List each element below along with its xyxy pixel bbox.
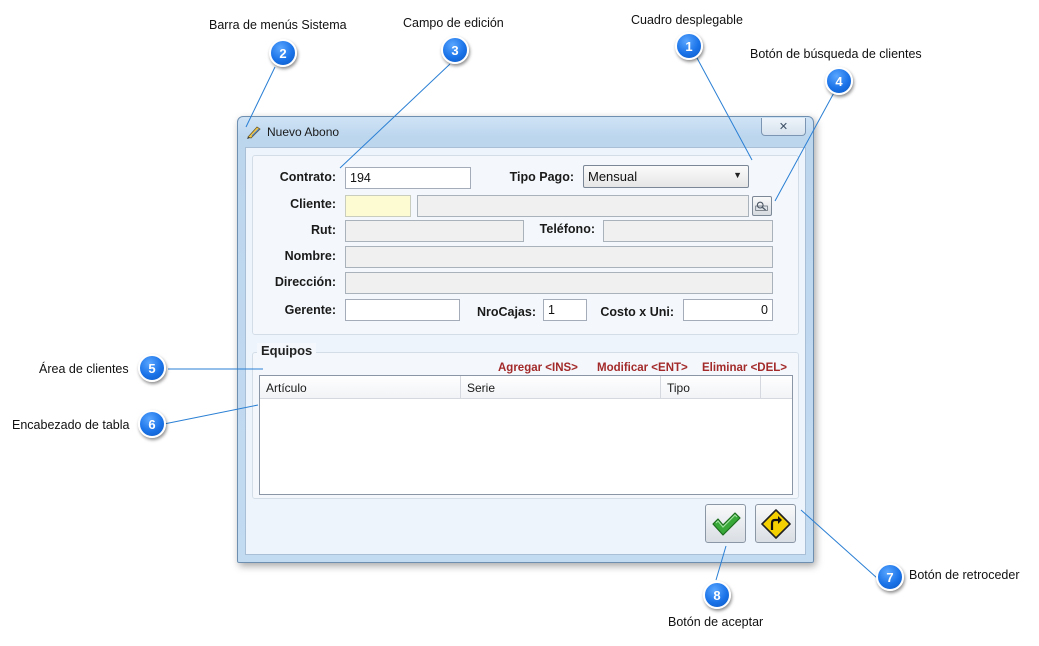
direccion-label: Dirección:: [274, 275, 336, 289]
callout-badge-1: 1: [675, 32, 703, 60]
client-data-group: Contrato: 194 Tipo Pago: Mensual ▼ Clien…: [252, 155, 799, 335]
pencil-icon: [247, 126, 261, 139]
column-header-tipo[interactable]: Tipo: [661, 376, 761, 399]
eliminar-link[interactable]: Eliminar <DEL>: [702, 362, 787, 374]
window-client-area: Contrato: 194 Tipo Pago: Mensual ▼ Clien…: [245, 147, 806, 555]
callout-badge-3: 3: [441, 36, 469, 64]
callout-badge-8: 8: [703, 581, 731, 609]
callout-label-4: Botón de búsqueda de clientes: [750, 47, 922, 61]
callout-label-6: Encabezado de tabla: [12, 418, 130, 432]
cliente-label: Cliente:: [290, 197, 336, 211]
callout-badge-5: 5: [138, 354, 166, 382]
nrocajas-label: NroCajas:: [476, 305, 536, 319]
check-icon: [711, 511, 741, 536]
window-titlebar[interactable]: Nuevo Abono ✕: [238, 117, 813, 147]
search-icon: [755, 201, 768, 211]
callout-label-5: Área de clientes: [39, 362, 129, 376]
chevron-down-icon: ▼: [733, 170, 742, 180]
costo-input[interactable]: 0: [683, 299, 773, 321]
contrato-label: Contrato:: [279, 170, 336, 184]
contrato-input[interactable]: 194: [345, 167, 471, 189]
tipo-pago-select[interactable]: Mensual ▼: [583, 165, 749, 188]
equipos-legend: Equipos: [257, 343, 317, 358]
telefono-input: [603, 220, 773, 242]
close-button[interactable]: ✕: [761, 118, 806, 136]
accept-button[interactable]: [705, 504, 746, 543]
table-header: Artículo Serie Tipo: [260, 376, 792, 399]
callout-badge-4: 4: [825, 67, 853, 95]
gerente-label: Gerente:: [284, 303, 336, 317]
close-icon: ✕: [778, 121, 789, 133]
rut-input: [345, 220, 524, 242]
equipos-table[interactable]: Artículo Serie Tipo: [259, 375, 793, 495]
telefono-label: Teléfono:: [539, 222, 595, 236]
nuevo-abono-window: Nuevo Abono ✕ Contrato: 194 Tipo Pago: M…: [237, 116, 814, 563]
gerente-input[interactable]: [345, 299, 460, 321]
tipo-pago-selected: Mensual: [588, 169, 638, 184]
nombre-input: [345, 246, 773, 268]
callout-label-7: Botón de retroceder: [909, 568, 1020, 582]
agregar-link[interactable]: Agregar <INS>: [498, 362, 578, 374]
callout-badge-6: 6: [138, 410, 166, 438]
nombre-label: Nombre:: [284, 249, 336, 263]
column-header-serie[interactable]: Serie: [461, 376, 661, 399]
column-header-articulo[interactable]: Artículo: [260, 376, 461, 399]
cliente-name-input: [417, 195, 749, 217]
back-button[interactable]: [755, 504, 796, 543]
tipo-pago-label: Tipo Pago:: [509, 170, 574, 184]
equipos-group: Equipos Agregar <INS> Modificar <ENT> El…: [252, 343, 799, 499]
callout-label-8: Botón de aceptar: [668, 615, 764, 629]
client-search-button[interactable]: [752, 196, 772, 216]
costo-label: Costo x Uni:: [600, 305, 674, 319]
callout-badge-2: 2: [269, 39, 297, 67]
nrocajas-input[interactable]: 1: [543, 299, 587, 321]
window-title: Nuevo Abono: [267, 125, 340, 139]
callout-label-2: Barra de menús Sistema: [209, 18, 347, 32]
cliente-code-input[interactable]: [345, 195, 411, 217]
direccion-input: [345, 272, 773, 294]
callout-label-1: Cuadro desplegable: [631, 13, 743, 27]
callout-label-3: Campo de edición: [403, 16, 504, 30]
back-arrow-icon: [760, 508, 791, 539]
callout-badge-7: 7: [876, 563, 904, 591]
rut-label: Rut:: [311, 223, 336, 237]
modificar-link[interactable]: Modificar <ENT>: [597, 362, 688, 374]
